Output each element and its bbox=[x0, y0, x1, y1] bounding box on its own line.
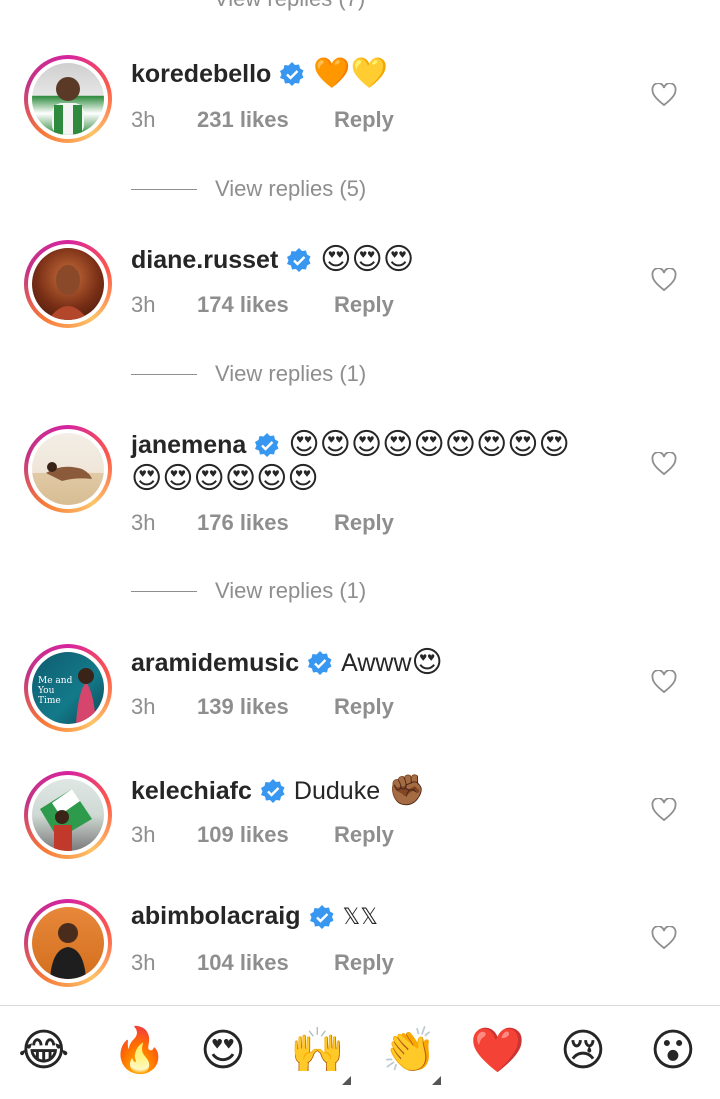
raising-hands-emoji[interactable]: 🙌 bbox=[290, 1026, 345, 1076]
like-heart-icon[interactable] bbox=[651, 798, 677, 822]
verified-badge-icon bbox=[309, 904, 333, 929]
avatar[interactable] bbox=[24, 899, 112, 987]
avatar[interactable] bbox=[24, 240, 112, 328]
likes-count[interactable]: 139 likes bbox=[197, 694, 334, 720]
reply-button[interactable]: Reply bbox=[334, 822, 394, 848]
laughing-emoji[interactable]: 😂 bbox=[18, 1026, 69, 1076]
like-heart-icon[interactable] bbox=[651, 83, 677, 107]
avatar[interactable]: Me and You Time bbox=[24, 644, 112, 732]
timestamp: 3h bbox=[131, 510, 156, 535]
verified-badge-icon bbox=[287, 248, 311, 272]
username[interactable]: kelechiafc bbox=[131, 777, 252, 806]
reply-button[interactable]: Reply bbox=[334, 694, 394, 720]
comment-text: Duduke bbox=[293, 776, 381, 805]
avatar[interactable] bbox=[24, 55, 112, 143]
username[interactable]: diane.russet bbox=[131, 246, 278, 275]
verified-badge-icon bbox=[255, 433, 279, 457]
like-heart-icon[interactable] bbox=[651, 268, 677, 292]
likes-count[interactable]: 104 likes bbox=[197, 950, 334, 976]
reply-button[interactable]: Reply bbox=[334, 510, 394, 536]
avatar-cover-text: Me and You Time bbox=[38, 676, 73, 706]
avatar[interactable] bbox=[24, 771, 112, 859]
verified-badge-icon bbox=[308, 651, 332, 675]
comment-emojis: 𝕏𝕏 bbox=[342, 903, 378, 929]
view-replies-label[interactable]: View replies (1) bbox=[215, 578, 366, 604]
replies-divider-line bbox=[131, 188, 197, 190]
username[interactable]: janemena bbox=[131, 431, 246, 460]
view-replies-button[interactable]: View replies (1) bbox=[131, 361, 366, 387]
fire-emoji[interactable]: 🔥 bbox=[112, 1026, 167, 1076]
comment-emojis: 😍😍😍😍😍😍😍😍😍 bbox=[288, 427, 570, 462]
crying-emoji[interactable]: 😢 bbox=[560, 1026, 606, 1076]
timestamp: 3h bbox=[131, 950, 156, 975]
comment-emojis: ✊🏾 bbox=[388, 773, 426, 808]
reply-button[interactable]: Reply bbox=[334, 107, 394, 133]
likes-count[interactable]: 174 likes bbox=[197, 292, 334, 318]
skin-tone-indicator-icon bbox=[342, 1076, 351, 1085]
like-heart-icon[interactable] bbox=[651, 926, 677, 950]
red-heart-emoji[interactable]: ❤️ bbox=[470, 1026, 525, 1076]
comment-emojis: 😍 bbox=[411, 645, 443, 680]
like-heart-icon[interactable] bbox=[651, 670, 677, 694]
view-replies-partial[interactable]: View replies (7) bbox=[214, 0, 365, 12]
heart-eyes-emoji[interactable]: 😍 bbox=[200, 1026, 246, 1076]
comment-emojis: 🧡💛 bbox=[313, 56, 389, 91]
like-heart-icon[interactable] bbox=[651, 452, 677, 476]
surprised-emoji[interactable]: 😮 bbox=[650, 1026, 696, 1076]
replies-divider-line bbox=[131, 373, 197, 375]
view-replies-label[interactable]: View replies (5) bbox=[215, 176, 366, 202]
timestamp: 3h bbox=[131, 292, 156, 317]
username[interactable]: koredebello bbox=[131, 60, 271, 89]
likes-count[interactable]: 176 likes bbox=[197, 510, 334, 536]
username[interactable]: abimbolacraig bbox=[131, 902, 301, 931]
view-replies-button[interactable]: View replies (5) bbox=[131, 176, 366, 202]
comment-text: Awww bbox=[341, 648, 412, 677]
verified-badge-icon bbox=[260, 779, 285, 803]
likes-count[interactable]: 109 likes bbox=[197, 822, 334, 848]
timestamp: 3h bbox=[131, 107, 156, 132]
avatar[interactable] bbox=[24, 425, 112, 513]
skin-tone-indicator-icon bbox=[432, 1076, 441, 1085]
clapping-emoji[interactable]: 👏 bbox=[382, 1026, 437, 1076]
likes-count[interactable]: 231 likes bbox=[197, 107, 334, 133]
timestamp: 3h bbox=[131, 822, 156, 847]
view-replies-button[interactable]: View replies (1) bbox=[131, 578, 366, 604]
verified-badge-icon bbox=[280, 62, 304, 86]
quick-emoji-bar: 😂 🔥 😍 🙌 👏 ❤️ 😢 😮 bbox=[0, 1006, 720, 1099]
reply-button[interactable]: Reply bbox=[334, 292, 394, 318]
comment-emojis-line2: 😍😍😍😍😍😍 bbox=[131, 461, 319, 496]
comment-emojis: 😍😍😍 bbox=[320, 242, 415, 277]
timestamp: 3h bbox=[131, 694, 156, 719]
replies-divider-line bbox=[131, 590, 197, 592]
view-replies-label[interactable]: View replies (1) bbox=[215, 361, 366, 387]
reply-button[interactable]: Reply bbox=[334, 950, 394, 976]
username[interactable]: aramidemusic bbox=[131, 649, 299, 678]
